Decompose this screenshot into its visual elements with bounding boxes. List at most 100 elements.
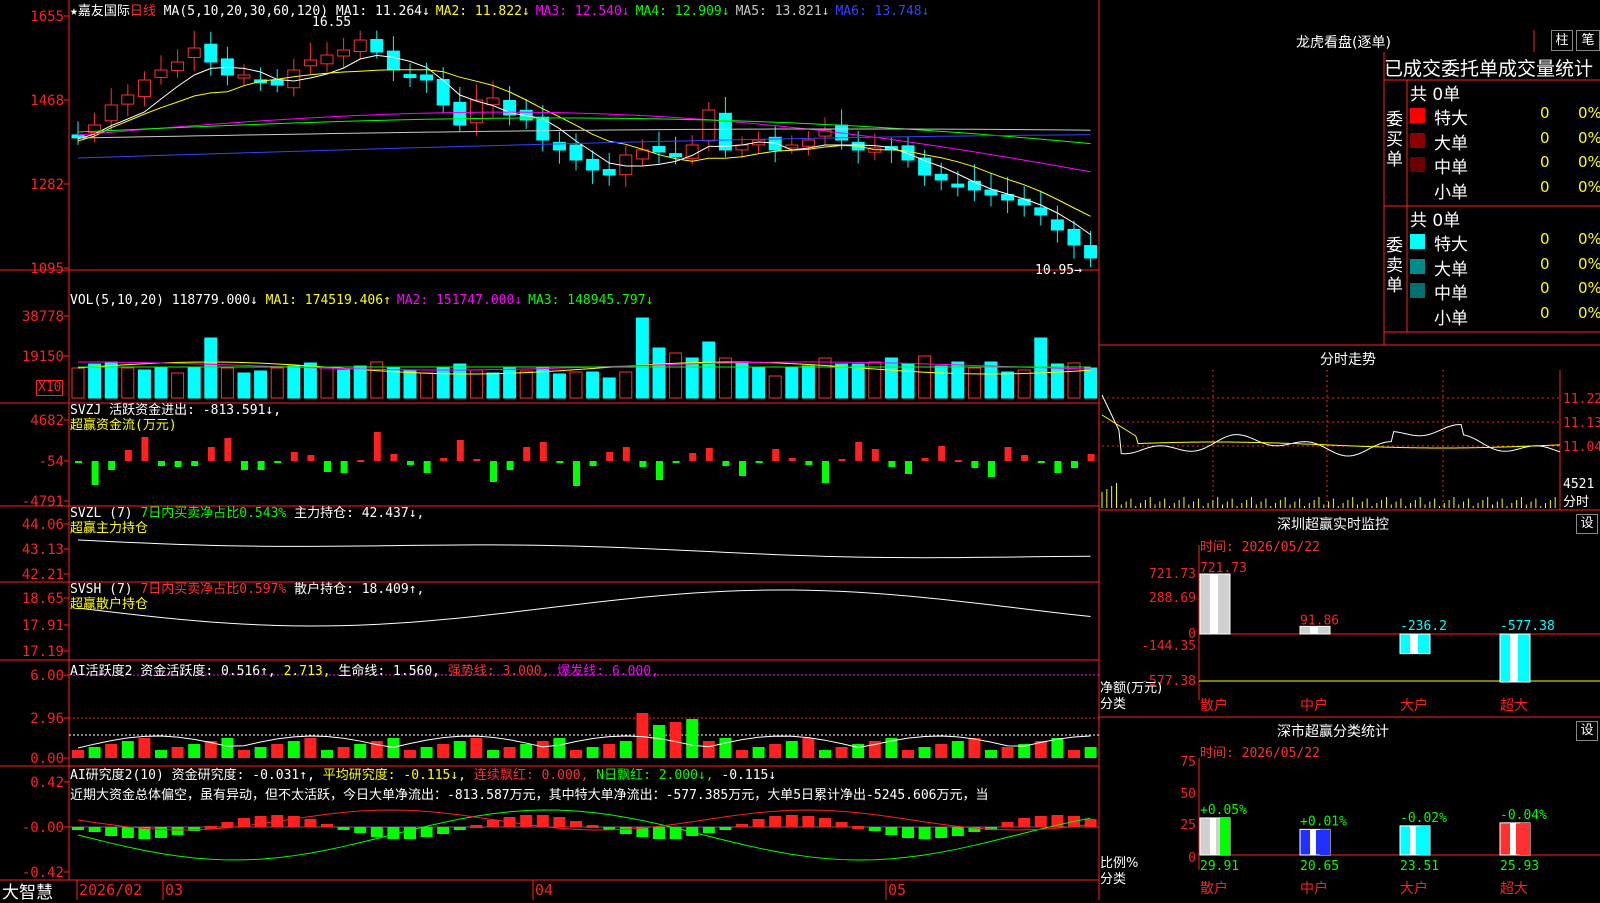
ma3-line: [77, 111, 1091, 173]
buy-row-swatch: [1410, 132, 1425, 148]
activity-bar: [88, 747, 101, 758]
activity-bar: [1084, 747, 1097, 758]
flow-bar: [539, 442, 547, 461]
vol-ma-legend-2: MA2: 151747.000↓: [396, 293, 523, 308]
classify-change: -0.04%: [1500, 808, 1547, 823]
candle-body: [303, 59, 317, 67]
flow-bar: [689, 453, 697, 461]
period-label[interactable]: 日线: [130, 4, 156, 19]
research-bar: [702, 827, 715, 833]
research-bar: [1001, 822, 1014, 827]
activity-bar: [487, 750, 499, 758]
research-bar: [1034, 816, 1047, 827]
candle-body: [951, 183, 965, 188]
intraday-tick: 11.22: [1563, 392, 1600, 407]
classify-bar-shine: [1410, 825, 1416, 855]
volume-bar: [220, 367, 234, 399]
date-tick: 04: [535, 881, 553, 899]
classify-bar-accent: [1520, 822, 1530, 855]
flow-bar: [490, 461, 497, 482]
activity-bar: [155, 750, 167, 758]
research-bar: [221, 822, 234, 827]
volume-bar: [337, 369, 351, 399]
monitor-settings-button[interactable]: 设: [1576, 514, 1598, 534]
flow-bar: [954, 460, 962, 462]
sell-row-count: 0: [1540, 254, 1550, 273]
buy-row-pct: 0%: [1578, 128, 1600, 147]
ai2-header: AI研究度2(10) 资金研究度: -0.031↑, 平均研究度: -0.115…: [70, 766, 1100, 806]
dragon-title: 龙虎看盘(逐单): [1296, 35, 1391, 51]
candle-body: [386, 50, 400, 71]
monitor-value: -236.2: [1400, 619, 1447, 634]
flow-bar: [523, 447, 531, 461]
monitor-bar-shine: [1410, 634, 1418, 654]
flow-bar: [739, 461, 746, 476]
monitor-category: 散户: [1200, 697, 1228, 714]
svsh-hold: 散户持仓: 18.409↑,: [294, 582, 425, 597]
buy-row-count: 0: [1540, 177, 1550, 196]
y-tick-label: 1468: [30, 93, 64, 109]
buy-row-name: 特大: [1434, 109, 1468, 129]
research-bar: [935, 827, 948, 838]
dragon-tabs[interactable]: 已成交委托单成交量统计: [1384, 54, 1593, 81]
vol-unit-label[interactable]: X10: [36, 380, 64, 396]
flow-bar: [805, 461, 813, 465]
bar-mode-button[interactable]: 柱: [1551, 30, 1573, 51]
research-bar: [354, 827, 367, 833]
stock-name[interactable]: ★嘉友国际: [70, 4, 130, 19]
activity-bar: [287, 741, 300, 758]
svsh-title: SVSH (7): [70, 582, 133, 597]
tick-mode-button[interactable]: 笔: [1576, 30, 1600, 51]
vol-ma-legend-3: MA3: 148945.797↓: [528, 293, 654, 308]
activity-bar: [470, 738, 483, 758]
activity-bar: [935, 744, 948, 758]
volume-bar: [934, 365, 948, 399]
research-bar: [852, 826, 865, 829]
ai2-e: -0.115↓: [721, 768, 777, 783]
classify-settings-button[interactable]: 设: [1576, 721, 1598, 741]
buy-side-label: 委买单: [1386, 110, 1403, 170]
classify-tick: 50: [1180, 787, 1196, 802]
monitor-category: 大户: [1400, 697, 1428, 714]
ma-legend-4: MA4: 12.909↓: [635, 4, 730, 19]
buy-row-pct: 0%: [1578, 104, 1600, 122]
research-bar: [736, 824, 748, 827]
flow-bar: [224, 438, 232, 461]
activity-bar: [503, 747, 516, 758]
activity-bar: [819, 750, 831, 758]
sell-row-pct: 0%: [1578, 303, 1600, 322]
research-bar: [752, 819, 765, 827]
buy-row-swatch: [1410, 181, 1425, 197]
activity-bar: [387, 738, 400, 758]
volume-bar: [403, 369, 417, 399]
buy-row-count: 0: [1540, 104, 1550, 122]
flow-bar: [456, 440, 464, 461]
research-bar: [918, 827, 931, 839]
intraday-title: 分时走势: [1320, 352, 1376, 368]
classify-time: 时间: 2026/05/22: [1200, 746, 1320, 761]
flow-bar: [373, 432, 381, 461]
volume-bar: [635, 317, 649, 399]
activity-bar: [802, 738, 815, 758]
volume-bar: [552, 373, 566, 399]
candle-body: [901, 145, 915, 161]
activity-bar: [619, 741, 632, 758]
ai1-b: 2.713,: [283, 664, 331, 679]
candle-body: [785, 144, 799, 149]
activity-bar: [437, 744, 450, 758]
flow-bar: [1054, 461, 1062, 473]
flow-bar: [822, 461, 829, 483]
research-bar: [785, 815, 798, 827]
y-tick-label: -4791: [22, 494, 64, 510]
brand-logo[interactable]: 大智慧: [2, 878, 53, 903]
activity-bar: [636, 713, 649, 758]
activity-bar: [1068, 750, 1080, 758]
candle-body: [486, 97, 500, 106]
classify-bar-shine: [1510, 822, 1516, 855]
volume-bar: [569, 371, 583, 399]
candle-body: [370, 39, 384, 53]
classify-bar-accent: [1420, 825, 1430, 855]
research-bar: [453, 827, 466, 830]
flow-bar: [174, 461, 182, 467]
main-chart-canvas[interactable]: 1655 1468 1282 1095 38778 19150 4682 -54 -4791 44…: [0, 0, 1600, 900]
